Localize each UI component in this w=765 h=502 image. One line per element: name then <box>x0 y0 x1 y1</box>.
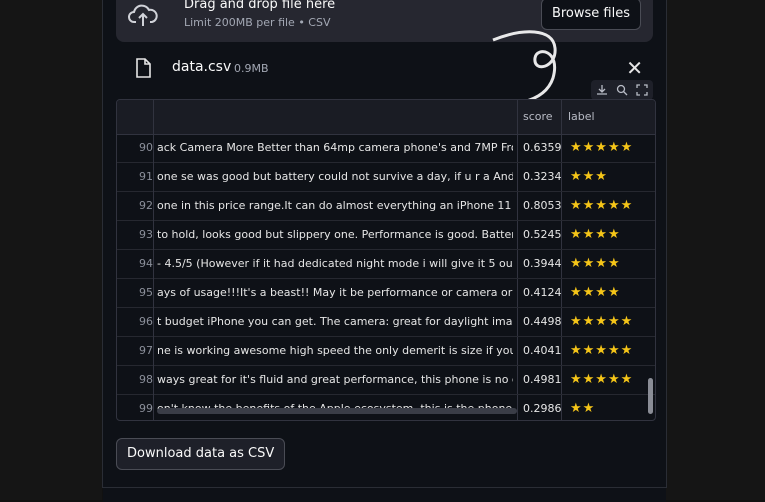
label-cell[interactable]: ★★ <box>561 395 655 420</box>
table-row[interactable]: 90 ack Camera More Better than 64mp came… <box>117 134 655 163</box>
index-divider <box>153 100 154 420</box>
label-cell[interactable]: ★★★ <box>561 163 655 191</box>
table-body: 90 ack Camera More Better than 64mp came… <box>117 134 655 420</box>
fullscreen-icon[interactable] <box>635 83 649 97</box>
table-header: score label <box>117 100 655 135</box>
row-index: 93 <box>139 228 153 241</box>
label-cell[interactable]: ★★★★★ <box>561 308 655 336</box>
table-row[interactable]: 91 one se was good but battery could not… <box>117 163 655 192</box>
vertical-scrollbar[interactable] <box>648 378 653 414</box>
score-cell[interactable]: 0.4498 <box>517 308 567 336</box>
text-cell[interactable]: ack Camera More Better than 64mp camera … <box>157 134 513 162</box>
text-cell[interactable]: one in this price range.It can do almost… <box>157 192 513 220</box>
row-index: 95 <box>139 286 153 299</box>
score-cell[interactable]: 0.3944 <box>517 250 567 278</box>
left-backdrop <box>0 0 102 500</box>
column-header-label[interactable]: label <box>561 100 655 134</box>
row-index: 98 <box>139 373 153 386</box>
main-panel: Drag and drop file here Limit 200MB per … <box>102 0 667 502</box>
row-index: 97 <box>139 344 153 357</box>
file-icon <box>136 58 151 78</box>
table-row[interactable]: 93 to hold, looks good but slippery one.… <box>117 221 655 250</box>
row-index: 90 <box>139 141 153 154</box>
row-index: 96 <box>139 315 153 328</box>
search-icon[interactable] <box>615 83 629 97</box>
table-row[interactable]: 96 t budget iPhone you can get. The came… <box>117 308 655 337</box>
score-cell[interactable]: 0.5245 <box>517 221 567 249</box>
text-cell[interactable]: - 4.5/5 (However if it had dedicated nig… <box>157 250 513 278</box>
label-cell[interactable]: ★★★★ <box>561 250 655 278</box>
text-cell[interactable]: t budget iPhone you can get. The camera:… <box>157 308 513 336</box>
right-backdrop <box>665 0 765 500</box>
dropzone-limit: Limit 200MB per file • CSV <box>184 16 331 29</box>
file-size: 0.9MB <box>234 62 269 75</box>
table-row[interactable]: 94 - 4.5/5 (However if it had dedicated … <box>117 250 655 279</box>
label-cell[interactable]: ★★★★★ <box>561 337 655 365</box>
data-table[interactable]: score label 90 ack Camera More Better th… <box>116 99 656 421</box>
horizontal-scrollbar[interactable] <box>157 408 517 414</box>
table-row[interactable]: 98 ways great for it's fluid and great p… <box>117 366 655 395</box>
row-index: 94 <box>139 257 153 270</box>
score-cell[interactable]: 0.3234 <box>517 163 567 191</box>
text-cell[interactable]: ne is working awesome high speed the onl… <box>157 337 513 365</box>
label-cell[interactable]: ★★★★★ <box>561 134 655 162</box>
label-cell[interactable]: ★★★★ <box>561 221 655 249</box>
score-cell[interactable]: 0.8053 <box>517 192 567 220</box>
row-index: 99 <box>139 402 153 415</box>
row-index: 92 <box>139 199 153 212</box>
download-csv-button[interactable]: Download data as CSV <box>116 438 286 470</box>
score-cell[interactable]: 0.4981 <box>517 366 567 394</box>
browse-files-button[interactable]: Browse files <box>540 0 641 30</box>
label-cell[interactable]: ★★★★★ <box>561 366 655 394</box>
text-cell[interactable]: to hold, looks good but slippery one. Pe… <box>157 221 513 249</box>
score-cell[interactable]: 0.6359 <box>517 134 567 162</box>
table-row[interactable]: 95 ays of usage!!!It's a beast!! May it … <box>117 279 655 308</box>
remove-file-icon[interactable]: ✕ <box>626 56 643 80</box>
file-name: data.csv <box>172 59 232 75</box>
score-cell[interactable]: 0.4124 <box>517 279 567 307</box>
cloud-upload-icon <box>128 4 158 26</box>
cursor-trail-graphic <box>492 30 557 104</box>
label-cell[interactable]: ★★★★ <box>561 279 655 307</box>
column-header-text[interactable] <box>157 100 513 134</box>
dataframe-toolbar <box>591 80 653 100</box>
table-row[interactable]: 97 ne is working awesome high speed the … <box>117 337 655 366</box>
column-header-score[interactable]: score <box>517 100 567 134</box>
text-cell[interactable]: one se was good but battery could not su… <box>157 163 513 191</box>
download-icon[interactable] <box>595 83 609 97</box>
table-row[interactable]: 92 one in this price range.It can do alm… <box>117 192 655 221</box>
dropzone-title: Drag and drop file here <box>184 0 336 12</box>
text-cell[interactable]: ays of usage!!!It's a beast!! May it be … <box>157 279 513 307</box>
score-cell[interactable]: 0.2986 <box>517 395 567 420</box>
label-cell[interactable]: ★★★★★ <box>561 192 655 220</box>
row-index: 91 <box>139 170 153 183</box>
text-cell[interactable]: ways great for it's fluid and great perf… <box>157 366 513 394</box>
score-cell[interactable]: 0.4041 <box>517 337 567 365</box>
